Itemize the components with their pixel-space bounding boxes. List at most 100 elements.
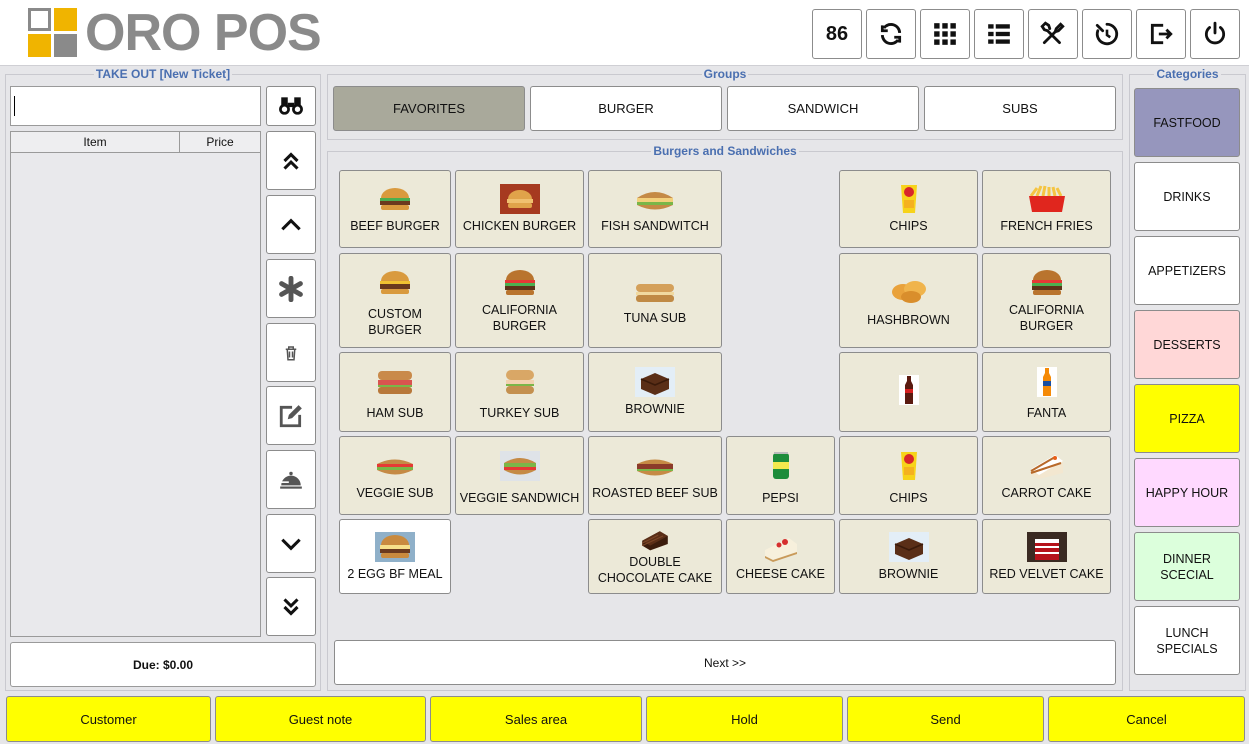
apps-button[interactable] [920, 9, 970, 59]
power-icon [1204, 21, 1226, 45]
next-page-button[interactable]: Next >> [334, 640, 1116, 685]
burger-icon [380, 188, 410, 210]
logo-text: ORO POS [85, 4, 322, 62]
oro-pos-logo: ORO POS [28, 4, 322, 62]
category-lunch-specials[interactable]: LUNCH SPECIALS [1134, 606, 1240, 675]
menu-title: Burgers and Sandwiches [651, 144, 799, 158]
sub-icon [505, 370, 534, 394]
group-burger[interactable]: BURGER [530, 86, 722, 131]
refresh-button[interactable] [866, 9, 916, 59]
ticket-title: TAKE OUT [New Ticket] [93, 67, 233, 81]
power-button[interactable] [1190, 9, 1240, 59]
trash-icon [285, 345, 297, 360]
edit-item-button[interactable] [266, 386, 316, 445]
menu-item-chicken-burger[interactable]: CHICKEN BURGER [455, 170, 584, 248]
menu-item-cola[interactable] [839, 352, 978, 432]
ticket-search-input[interactable] [10, 86, 261, 126]
scroll-down-button[interactable] [266, 514, 316, 573]
customer-button[interactable]: Customer [6, 696, 211, 742]
menu-item-california-burger[interactable]: CALIFORNIA BURGER [455, 253, 584, 348]
guest-note-button[interactable]: Guest note [215, 696, 426, 742]
send-button[interactable]: Send [847, 696, 1044, 742]
column-header-item: Item [11, 132, 180, 152]
asterisk-icon [279, 275, 303, 302]
tools-button[interactable] [1028, 9, 1078, 59]
fanta-bottle-icon [1036, 367, 1057, 397]
cheesecake-icon [764, 537, 797, 562]
menu-item-hashbrown[interactable]: HASHBROWN [839, 253, 978, 348]
hashbrown-icon [891, 280, 926, 303]
scroll-top-button[interactable] [266, 131, 316, 190]
logo-squares-icon [28, 8, 78, 58]
delete-item-button[interactable] [266, 323, 316, 382]
sales-area-button[interactable]: Sales area [430, 696, 642, 742]
menu-item-french-fries[interactable]: FRENCH FRIES [982, 170, 1111, 248]
column-header-price: Price [206, 135, 234, 149]
menu-item-custom-burger[interactable]: CUSTOM BURGER [339, 253, 451, 348]
category-desserts[interactable]: DESSERTS [1134, 310, 1240, 379]
cancel-button[interactable]: Cancel [1048, 696, 1245, 742]
category-appetizers[interactable]: APPETIZERS [1134, 236, 1240, 305]
menu-item-veggie-sandwich[interactable]: VEGGIE SANDWICH [455, 436, 584, 515]
menu-item-california-burger-2[interactable]: CALIFORNIA BURGER [982, 253, 1111, 348]
menu-item-red-velvet-cake[interactable]: RED VELVET CAKE [982, 519, 1111, 594]
menu-item-roasted-beef-sub[interactable]: ROASTED BEEF SUB [588, 436, 722, 515]
chevron-up-icon [281, 218, 301, 230]
sub-icon [636, 283, 674, 302]
category-dinner-special[interactable]: DINNER SCECIAL [1134, 532, 1240, 601]
group-favorites[interactable]: FAVORITES [333, 86, 525, 131]
sandwich-icon [499, 450, 540, 481]
brownie-icon [888, 531, 929, 562]
chips-icon [900, 451, 917, 480]
menu-item-fanta[interactable]: FANTA [982, 352, 1111, 432]
menu-item-double-chocolate-cake[interactable]: DOUBLE CHOCOLATE CAKE [588, 519, 722, 594]
categories-title: Categories [1154, 67, 1221, 81]
category-pizza[interactable]: PIZZA [1134, 384, 1240, 453]
timer-icon [1095, 22, 1119, 46]
menu-item-ham-sub[interactable]: HAM SUB [339, 352, 451, 432]
double-chevron-down-icon [283, 597, 299, 616]
burger-icon [380, 270, 410, 294]
menu-item-chips[interactable]: CHIPS [839, 170, 978, 248]
menu-item-cheese-cake[interactable]: CHEESE CAKE [726, 519, 835, 594]
menu-item-pepsi[interactable]: PEPSI [726, 436, 835, 515]
red-velvet-icon [1026, 531, 1067, 562]
cooking-instructions-button[interactable] [266, 450, 316, 509]
menu-item-chips-2[interactable]: CHIPS [839, 436, 978, 515]
logout-button[interactable] [1136, 9, 1186, 59]
refresh-icon [880, 23, 902, 45]
category-drinks[interactable]: DRINKS [1134, 162, 1240, 231]
category-fastfood[interactable]: FASTFOOD [1134, 88, 1240, 157]
scroll-bottom-button[interactable] [266, 577, 316, 636]
menu-item-turkey-sub[interactable]: TURKEY SUB [455, 352, 584, 432]
sub-icon [637, 459, 673, 475]
group-subs[interactable]: SUBS [924, 86, 1116, 131]
ticket-items-table[interactable]: Item Price [10, 131, 261, 637]
orders-list-button[interactable] [974, 9, 1024, 59]
logout-icon [1150, 23, 1173, 45]
chevron-down-icon [281, 538, 301, 550]
category-happy-hour[interactable]: HAPPY HOUR [1134, 458, 1240, 527]
menu-item-beef-burger[interactable]: BEEF BURGER [339, 170, 451, 248]
scroll-up-button[interactable] [266, 195, 316, 254]
search-item-button[interactable] [266, 86, 316, 126]
table-count-button[interactable]: 86 [812, 9, 862, 59]
menu-item-brownie-2[interactable]: BROWNIE [839, 519, 978, 594]
menu-item-fish-sandwitch[interactable]: FISH SANDWITCH [588, 170, 722, 248]
brownie-icon [635, 367, 675, 397]
group-sandwich[interactable]: SANDWICH [727, 86, 919, 131]
menu-item-2-egg-bf-meal[interactable]: 2 EGG BF MEAL [339, 519, 451, 594]
clock-out-button[interactable] [1082, 9, 1132, 59]
menu-item-tuna-sub[interactable]: TUNA SUB [588, 253, 722, 348]
tools-icon [1040, 21, 1065, 45]
grid-icon [934, 23, 956, 45]
menu-item-veggie-sub[interactable]: VEGGIE SUB [339, 436, 451, 515]
menu-item-carrot-cake[interactable]: CARROT CAKE [982, 436, 1111, 515]
chips-icon [900, 185, 917, 213]
groups-title: Groups [701, 67, 749, 81]
hold-button[interactable]: Hold [646, 696, 843, 742]
menu-item-brownie[interactable]: BROWNIE [588, 352, 722, 432]
modifier-button[interactable] [266, 259, 316, 318]
cola-bottle-icon [898, 375, 919, 405]
sub-icon [378, 371, 412, 394]
